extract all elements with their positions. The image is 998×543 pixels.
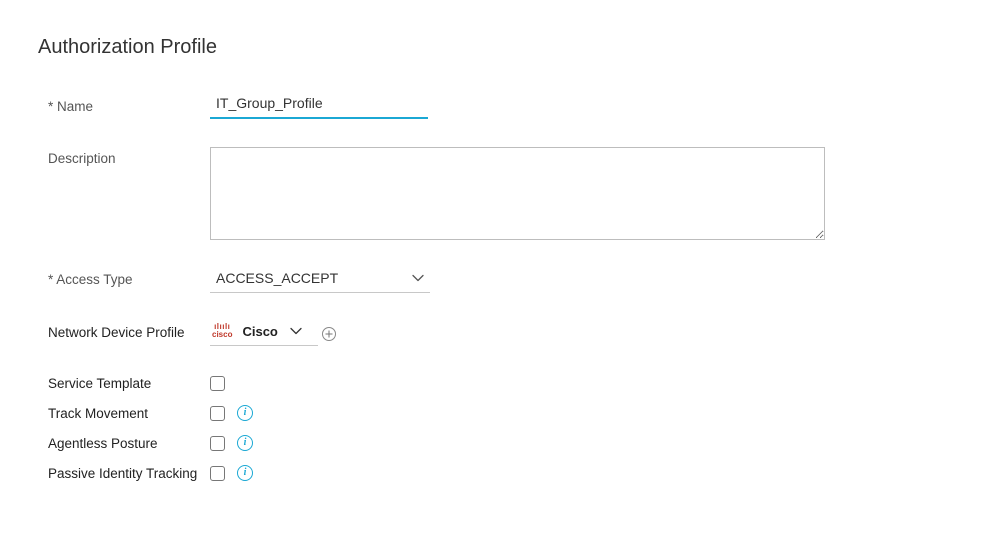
name-row: * Name <box>38 95 998 119</box>
name-input-wrap[interactable] <box>210 95 428 119</box>
page-title: Authorization Profile <box>38 36 998 59</box>
access-type-select[interactable]: ACCESS_ACCEPT <box>210 268 430 293</box>
network-device-profile-row: Network Device Profile ılıılı cisco Cisc… <box>38 321 998 346</box>
network-device-profile-vendor: Cisco <box>242 324 277 339</box>
passive-identity-tracking-row: Passive Identity Tracking i <box>38 465 998 481</box>
description-textarea[interactable] <box>210 147 825 240</box>
agentless-posture-row: Agentless Posture i <box>38 435 998 451</box>
chevron-down-icon <box>290 325 302 337</box>
info-icon[interactable]: i <box>237 405 253 421</box>
cisco-logo-icon: ılıılı cisco <box>212 323 232 339</box>
description-row: Description <box>38 147 998 240</box>
access-type-row: * Access Type ACCESS_ACCEPT <box>38 268 998 293</box>
passive-identity-tracking-checkbox[interactable] <box>210 466 225 481</box>
agentless-posture-label: Agentless Posture <box>38 436 210 451</box>
chevron-down-icon <box>412 272 424 284</box>
access-type-label: * Access Type <box>38 268 210 287</box>
add-icon[interactable] <box>322 327 336 341</box>
info-icon[interactable]: i <box>237 435 253 451</box>
track-movement-checkbox[interactable] <box>210 406 225 421</box>
track-movement-label: Track Movement <box>38 406 210 421</box>
agentless-posture-checkbox[interactable] <box>210 436 225 451</box>
track-movement-row: Track Movement i <box>38 405 998 421</box>
description-label: Description <box>38 147 210 166</box>
service-template-checkbox[interactable] <box>210 376 225 391</box>
passive-identity-tracking-label: Passive Identity Tracking <box>38 466 236 481</box>
name-input[interactable] <box>216 95 422 111</box>
info-icon[interactable]: i <box>237 465 253 481</box>
network-device-profile-label: Network Device Profile <box>38 321 210 340</box>
name-label: * Name <box>38 95 210 114</box>
network-device-profile-select[interactable]: ılıılı cisco Cisco <box>210 321 318 346</box>
service-template-label: Service Template <box>38 376 210 391</box>
service-template-row: Service Template <box>38 376 998 391</box>
access-type-selected: ACCESS_ACCEPT <box>216 270 338 286</box>
